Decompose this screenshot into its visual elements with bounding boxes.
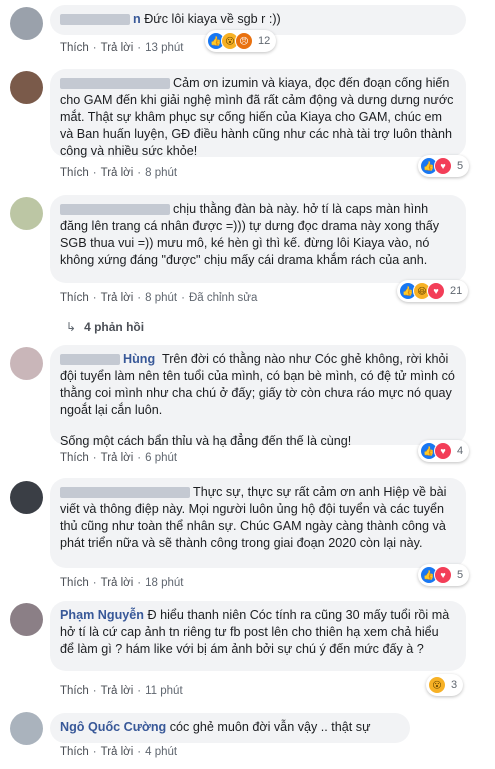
comment-text: Sống một cách bẩn thỉu và hạ đẳng đến th…: [60, 434, 352, 448]
comment-actions: Thích · Trả lời · 4 phút: [60, 746, 178, 758]
comment-actions: Thích · Trả lời · 8 phút · Đã chỉnh sửa: [60, 292, 258, 304]
reaction-summary[interactable]: 👍 ♥ 5: [418, 564, 470, 586]
reaction-count: 21: [450, 285, 463, 297]
reaction-summary[interactable]: 😮 3: [426, 674, 464, 696]
reply-link[interactable]: Trả lời: [101, 452, 134, 464]
reply-arrow-icon: ↳: [66, 320, 77, 334]
edited-label[interactable]: Đã chỉnh sửa: [189, 292, 257, 304]
comment-actions: Thích · Trả lời · 18 phút: [60, 577, 184, 589]
love-reaction-icon: ♥: [434, 566, 452, 584]
reaction-count: 5: [457, 569, 464, 581]
avatar[interactable]: [10, 347, 43, 380]
like-link[interactable]: Thích: [60, 452, 89, 464]
avatar[interactable]: [10, 481, 43, 514]
reaction-count: 12: [258, 35, 271, 47]
love-reaction-icon: ♥: [434, 157, 452, 175]
like-link[interactable]: Thích: [60, 167, 89, 179]
blurred-name: [60, 14, 130, 26]
blurred-name: [60, 204, 170, 216]
timestamp[interactable]: 4 phút: [145, 746, 177, 758]
reply-link[interactable]: Trả lời: [101, 42, 134, 54]
love-reaction-icon: ♥: [427, 282, 445, 300]
comment-actions: Thích · Trả lời · 13 phút: [60, 42, 184, 54]
avatar[interactable]: [10, 7, 43, 40]
comment-actions: Thích · Trả lời · 8 phút: [60, 167, 178, 179]
reaction-count: 5: [457, 160, 464, 172]
comment-bubble: Hùng Trên đời có thằng nào như Cóc ghẻ k…: [50, 345, 466, 448]
like-link[interactable]: Thích: [60, 685, 89, 697]
blurred-name: [60, 487, 190, 499]
view-replies-link[interactable]: ↳ 4 phản hồi: [66, 320, 144, 334]
reply-link[interactable]: Trả lời: [101, 685, 134, 697]
timestamp[interactable]: 13 phút: [145, 42, 183, 54]
comment-bubble: Cảm ơn izumin và kiaya, đọc đến đoạn cốn…: [50, 69, 466, 158]
angry-reaction-icon: 😠: [235, 32, 253, 50]
timestamp[interactable]: 6 phút: [145, 452, 177, 464]
comment-bubble: Phạm Nguyễn Đ hiểu thanh niên Cóc tính r…: [50, 601, 466, 671]
timestamp[interactable]: 8 phút: [145, 292, 177, 304]
reaction-count: 3: [451, 679, 458, 691]
timestamp[interactable]: 18 phút: [145, 577, 183, 589]
comment-text: Đức lôi kiaya về sgb r :)): [144, 12, 281, 26]
commenter-name[interactable]: Phạm Nguyễn: [60, 608, 144, 622]
comment-bubble: Ngô Quốc Cường cóc ghẻ muôn đời vẫn vậy …: [50, 713, 410, 743]
commenter-name[interactable]: Hùng: [123, 352, 155, 366]
reaction-summary[interactable]: 👍 😆 ♥ 21: [397, 280, 469, 302]
timestamp[interactable]: 11 phút: [145, 685, 183, 697]
reaction-summary[interactable]: 👍 ♥ 5: [418, 155, 470, 177]
comment-actions: Thích · Trả lời · 11 phút: [60, 685, 183, 697]
love-reaction-icon: ♥: [434, 442, 452, 460]
comment-bubble: Thực sự, thực sự rất cảm ơn anh Hiệp về …: [50, 478, 466, 568]
comment-bubble: chịu thằng đàn bà này. hở tí là caps màn…: [50, 195, 466, 283]
avatar[interactable]: [10, 712, 43, 745]
commenter-name[interactable]: n: [133, 12, 141, 26]
comment-text: cóc ghẻ muôn đời vẫn vậy .. thật sự: [169, 720, 371, 734]
like-link[interactable]: Thích: [60, 746, 89, 758]
reaction-summary[interactable]: 👍 ♥ 4: [418, 440, 470, 462]
avatar[interactable]: [10, 197, 43, 230]
blurred-name: [60, 354, 120, 366]
like-link[interactable]: Thích: [60, 292, 89, 304]
reply-link[interactable]: Trả lời: [101, 746, 134, 758]
commenter-name[interactable]: Ngô Quốc Cường: [60, 720, 166, 734]
replies-count[interactable]: 4 phản hồi: [84, 320, 144, 334]
avatar[interactable]: [10, 71, 43, 104]
reaction-count: 4: [457, 445, 464, 457]
timestamp[interactable]: 8 phút: [145, 167, 177, 179]
like-link[interactable]: Thích: [60, 577, 89, 589]
reaction-summary[interactable]: 👍 😮 😠 12: [205, 30, 277, 52]
like-link[interactable]: Thích: [60, 42, 89, 54]
avatar[interactable]: [10, 603, 43, 636]
wow-reaction-icon: 😮: [428, 676, 446, 694]
reply-link[interactable]: Trả lời: [101, 577, 134, 589]
blurred-name: [60, 78, 170, 90]
reply-link[interactable]: Trả lời: [101, 292, 134, 304]
reply-link[interactable]: Trả lời: [101, 167, 134, 179]
comment-actions: Thích · Trả lời · 6 phút: [60, 452, 178, 464]
